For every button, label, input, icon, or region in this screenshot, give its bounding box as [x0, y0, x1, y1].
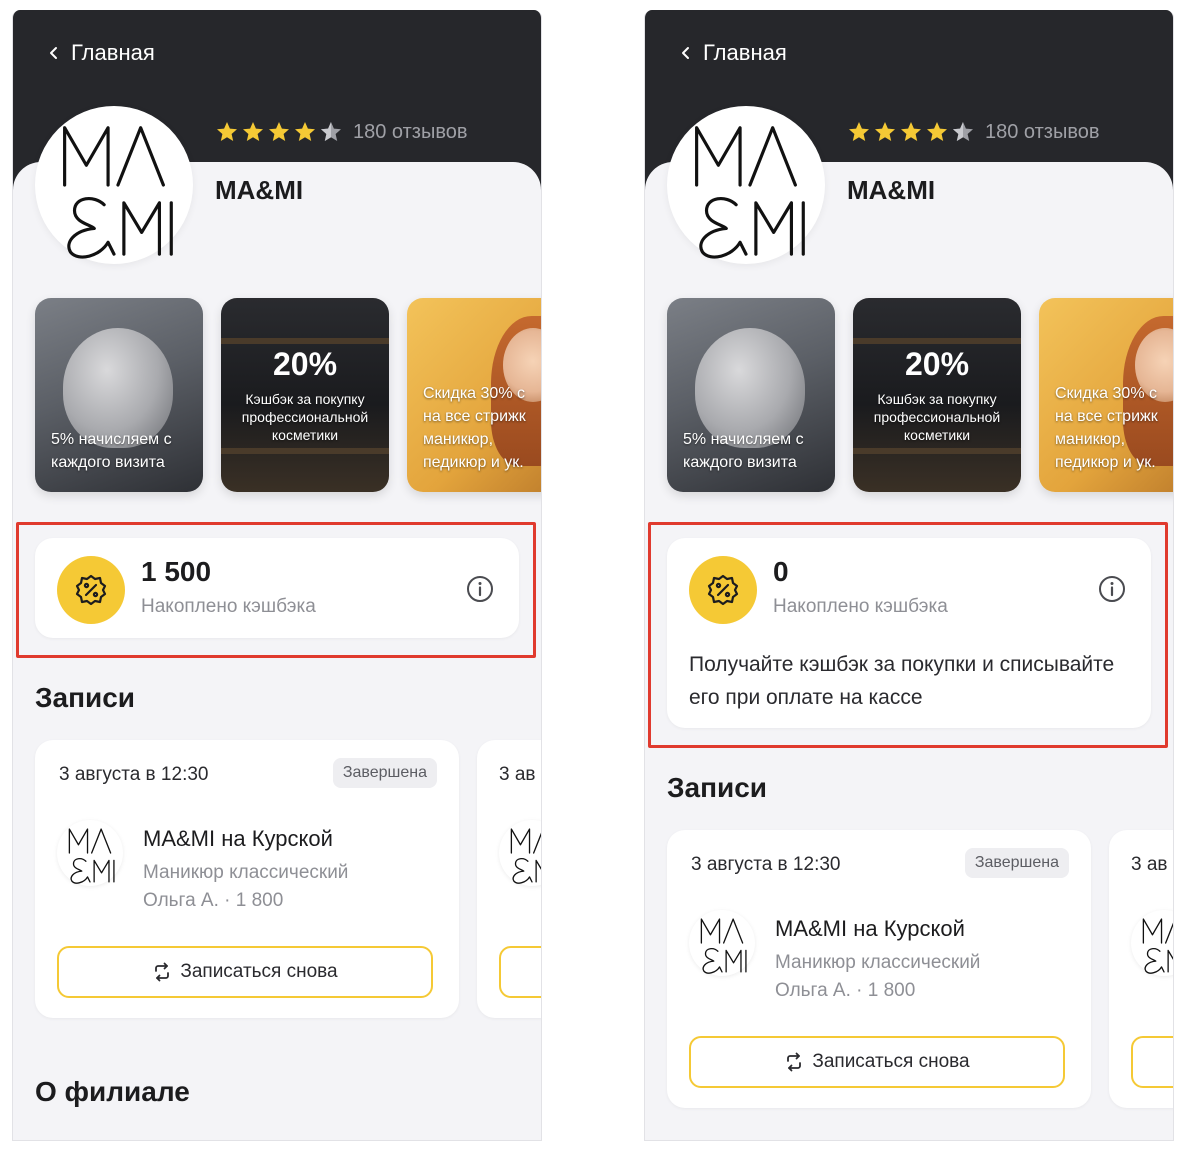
bookings-title: Записи [35, 682, 136, 713]
promo-card-cashback-visit[interactable]: 5% начисляем с каждого визита [35, 298, 203, 492]
status-badge: Завершена [332, 758, 437, 788]
promo-text-line: на все стрижк [423, 408, 526, 425]
promo-text-line: маникюр, [1055, 431, 1126, 448]
rating-stars [847, 120, 975, 144]
salon-logo [35, 106, 193, 264]
star-icon [241, 120, 265, 144]
promo-card-discount[interactable]: Скидка 30% с на все стрижк маникюр, педи… [1039, 298, 1173, 492]
chevron-left-icon [47, 46, 61, 60]
rebook-button[interactable]: Записаться снова [689, 1036, 1065, 1088]
promo-text: Кэшбэк за покупку профессиональной косме… [873, 391, 1001, 443]
booking-card[interactable]: 3 августа в 12:30 Завершена MA&MI на Кур… [667, 830, 1091, 1108]
booking-date: 3 августа в 12:30 [691, 854, 841, 875]
rebook-button[interactable] [499, 946, 541, 998]
reviews-count[interactable]: 180 отзывов [353, 121, 467, 144]
promo-card-discount[interactable]: Скидка 30% с на все стрижк маникюр, педи… [407, 298, 541, 492]
star-icon [293, 120, 317, 144]
back-button[interactable]: Главная [47, 40, 155, 66]
star-icon [215, 120, 239, 144]
booking-card-next[interactable]: 3 ав [477, 740, 541, 1018]
promo-image [221, 338, 389, 344]
promo-percent: 20% [904, 346, 970, 382]
back-label: Главная [703, 40, 787, 65]
promo-card-cosmetics[interactable]: 20% Кэшбэк за покупку профессиональной к… [853, 298, 1021, 492]
booking-salon-logo [1131, 910, 1173, 976]
booking-salon-logo [57, 820, 123, 886]
rating[interactable]: 180 отзывов [847, 120, 1099, 144]
promo-text-line: педикюр и ук. [423, 454, 524, 471]
rating-stars [215, 120, 343, 144]
promo-card-cosmetics[interactable]: 20% Кэшбэк за покупку профессиональной к… [221, 298, 389, 492]
salon-name: MA&MI [847, 175, 936, 205]
rebook-label: Записаться снова [180, 961, 338, 982]
promo-text: Кэшбэк за покупку профессиональной косме… [241, 391, 369, 443]
promo-percent: 20% [272, 346, 338, 382]
promo-text-line: 5% начисляем с [683, 431, 804, 448]
booking-service: Маникюр классический [143, 862, 349, 883]
booking-date: 3 ав [499, 764, 536, 785]
promo-card-cashback-visit[interactable]: 5% начисляем с каждого визита [667, 298, 835, 492]
rebook-button[interactable] [1131, 1036, 1173, 1088]
booking-meta: Ольга А. · 1 800 [143, 890, 284, 911]
bookings-title: Записи [667, 772, 768, 803]
chevron-left-icon [679, 46, 693, 60]
refresh-icon [784, 1052, 804, 1072]
salon-logo [667, 106, 825, 264]
highlight-frame [648, 522, 1168, 748]
star-icon [267, 120, 291, 144]
refresh-icon [152, 962, 172, 982]
star-icon [847, 120, 871, 144]
rebook-label: Записаться снова [812, 1051, 970, 1072]
promo-text-line: каждого визита [51, 454, 165, 471]
booking-card-next[interactable]: 3 ав [1109, 830, 1173, 1108]
star-icon [873, 120, 897, 144]
booking-card[interactable]: 3 августа в 12:30 Завершена MA&MI на Кур… [35, 740, 459, 1018]
star-half-icon [319, 120, 343, 144]
promo-image [853, 338, 1021, 344]
back-label: Главная [71, 40, 155, 65]
booking-date: 3 ав [1131, 854, 1168, 875]
status-badge: Завершена [964, 848, 1069, 878]
promo-text-line: Скидка 30% с [1055, 385, 1157, 402]
promo-text-line: на все стрижк [1055, 408, 1158, 425]
promo-text-line: маникюр, [423, 431, 494, 448]
star-half-icon [951, 120, 975, 144]
promo-text-line: 5% начисляем с [51, 431, 172, 448]
about-branch-title: О филиале [35, 1076, 190, 1107]
booking-salon-name: MA&MI на Курской [143, 826, 333, 851]
salon-name: MA&MI [215, 175, 304, 205]
back-button[interactable]: Главная [679, 40, 787, 66]
booking-salon-logo [499, 820, 541, 886]
booking-meta: Ольга А. · 1 800 [775, 980, 916, 1001]
star-icon [925, 120, 949, 144]
promo-text-line: педикюр и ук. [1055, 454, 1156, 471]
promo-text-line: Скидка 30% с [423, 385, 525, 402]
highlight-frame [16, 522, 536, 658]
star-icon [899, 120, 923, 144]
booking-date: 3 августа в 12:30 [59, 764, 209, 785]
rating[interactable]: 180 отзывов [215, 120, 467, 144]
booking-salon-name: MA&MI на Курской [775, 916, 965, 941]
booking-service: Маникюр классический [775, 952, 981, 973]
reviews-count[interactable]: 180 отзывов [985, 121, 1099, 144]
booking-salon-logo [689, 910, 755, 976]
promo-text-line: каждого визита [683, 454, 797, 471]
rebook-button[interactable]: Записаться снова [57, 946, 433, 998]
